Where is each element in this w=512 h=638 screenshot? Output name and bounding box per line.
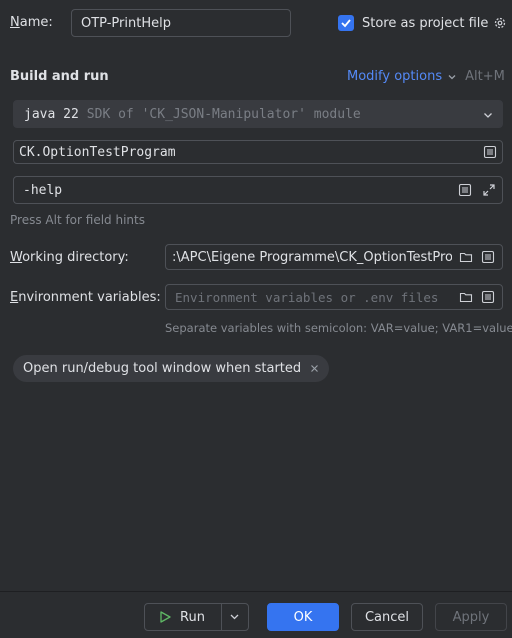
cancel-label: Cancel [364, 609, 410, 625]
name-label-text: Name: [10, 15, 53, 30]
store-as-project-file[interactable]: Store as project file [338, 15, 507, 31]
apply-label: Apply [452, 609, 490, 625]
modify-options-link[interactable]: Modify options Alt+M [347, 69, 505, 84]
checkbox-checked-icon[interactable] [338, 15, 354, 31]
section-title: Build and run [10, 69, 109, 84]
run-button[interactable]: Run [144, 603, 249, 631]
main-class-input[interactable]: CK.OptionTestProgram [13, 140, 503, 164]
close-icon[interactable] [310, 364, 319, 373]
program-arguments-value: -help [23, 182, 63, 198]
sdk-hint: SDK of 'CK_JSON-Manipulator' module [86, 106, 361, 122]
run-label: Run [180, 609, 205, 625]
apply-button[interactable]: Apply [435, 603, 507, 631]
sdk-value: java 22 [24, 106, 79, 122]
working-directory-input[interactable]: :\APC\Eigene Programme\CK_OptionTestProg [165, 244, 503, 270]
open-tool-window-chip[interactable]: Open run/debug tool window when started [13, 355, 330, 382]
list-icon[interactable] [483, 145, 497, 159]
ok-button[interactable]: OK [267, 603, 339, 631]
working-directory-value: :\APC\Eigene Programme\CK_OptionTestProg [172, 249, 452, 265]
shortcut-hint: Alt+M [465, 69, 505, 84]
folder-icon[interactable] [459, 250, 473, 264]
cancel-button[interactable]: Cancel [351, 603, 423, 631]
chevron-down-icon [447, 72, 457, 82]
expand-icon[interactable] [482, 183, 496, 197]
chevron-down-icon[interactable] [482, 109, 494, 121]
environment-variables-label: Environment variables: [10, 290, 161, 305]
program-arguments-input[interactable]: -help [13, 176, 503, 204]
name-value: OTP-PrintHelp [81, 15, 171, 31]
working-directory-label: Working directory: [10, 250, 129, 265]
chevron-down-icon[interactable] [229, 611, 240, 622]
name-label: Name: [10, 15, 53, 30]
sdk-select[interactable]: java 22 SDK of 'CK_JSON-Manipulator' mod… [13, 100, 503, 128]
store-label: Store as project file [362, 15, 489, 31]
list-icon[interactable] [481, 250, 495, 264]
environment-variables-placeholder: Environment variables or .env files [175, 289, 439, 305]
modify-options-label: Modify options [347, 69, 443, 84]
list-icon[interactable] [481, 290, 495, 304]
name-input[interactable]: OTP-PrintHelp [71, 9, 291, 37]
footer-divider [0, 591, 512, 592]
alt-hint: Press Alt for field hints [10, 213, 145, 227]
play-icon [158, 610, 172, 624]
list-icon[interactable] [458, 183, 472, 197]
environment-variables-hint: Separate variables with semicolon: VAR=v… [165, 321, 512, 335]
gear-icon[interactable] [493, 16, 507, 30]
environment-variables-input[interactable]: Environment variables or .env files [165, 284, 503, 310]
main-class-value: CK.OptionTestProgram [19, 144, 176, 160]
ok-label: OK [293, 609, 313, 625]
folder-icon[interactable] [459, 290, 473, 304]
run-split-divider [221, 604, 222, 630]
chip-label: Open run/debug tool window when started [23, 361, 302, 376]
